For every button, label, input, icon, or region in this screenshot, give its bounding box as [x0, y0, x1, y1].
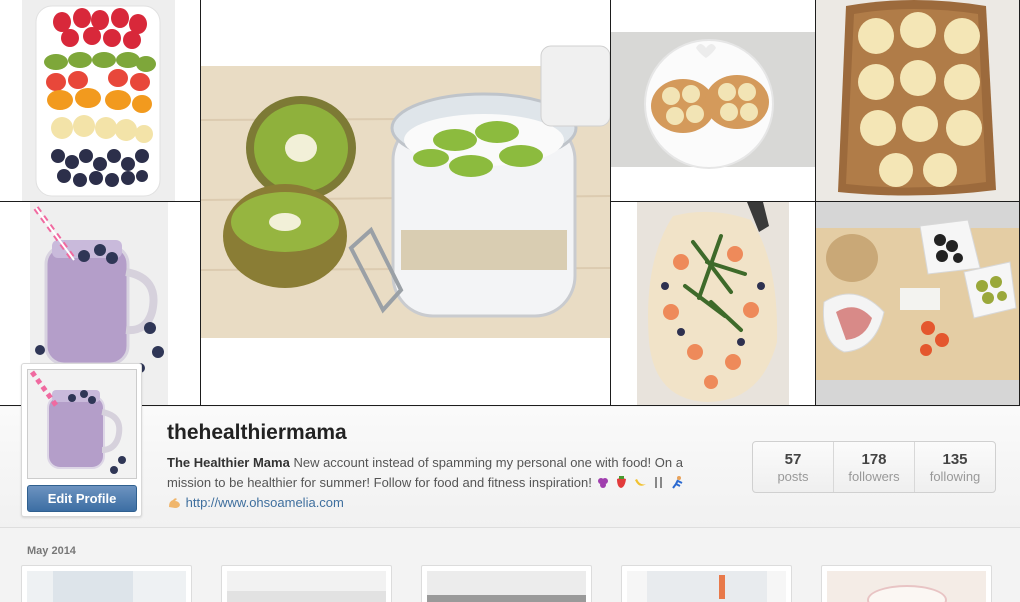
- cover-photo-shrimp-pizza[interactable]: [611, 202, 816, 406]
- fork-knife-icon: [655, 477, 663, 488]
- avatar-card: Edit Profile: [21, 363, 142, 517]
- stat-followers[interactable]: 178 followers: [834, 442, 915, 492]
- flexed-biceps-icon: [169, 498, 180, 508]
- feed-thumbnail[interactable]: [21, 565, 192, 602]
- grapes-icon: [597, 478, 608, 488]
- cover-photo-banana-bagels[interactable]: [611, 0, 816, 202]
- feed-thumbnail[interactable]: [221, 565, 392, 602]
- cover-photo-kiwi-yogurt[interactable]: [201, 0, 611, 406]
- avatar[interactable]: [27, 369, 137, 479]
- cover-photo-banana-toast[interactable]: [816, 0, 1020, 202]
- stat-following-label: following: [929, 469, 981, 484]
- profile-stats: 57 posts 178 followers 135 following: [752, 441, 996, 493]
- edit-profile-button[interactable]: Edit Profile: [27, 485, 137, 512]
- cover-photo-fruit-box[interactable]: [0, 0, 201, 202]
- stat-posts-count: 57: [784, 451, 802, 468]
- feed-thumbnail[interactable]: [821, 565, 992, 602]
- feed-thumbnail[interactable]: [421, 565, 592, 602]
- profile-page: Edit Profile thehealthiermama The Health…: [0, 0, 1020, 602]
- stat-following-count: 135: [942, 451, 968, 468]
- feed-month-label: May 2014: [27, 545, 76, 557]
- stat-posts[interactable]: 57 posts: [753, 442, 834, 492]
- feed-thumbnail[interactable]: [621, 565, 792, 602]
- profile-website-link[interactable]: http://www.ohsoamelia.com: [186, 495, 344, 510]
- profile-full-name: The Healthier Mama: [167, 455, 290, 470]
- cover-photo-olive-platter[interactable]: [816, 202, 1020, 406]
- stat-followers-count: 178: [861, 451, 887, 468]
- banana-icon: [634, 479, 646, 486]
- stat-following[interactable]: 135 following: [915, 442, 995, 492]
- profile-username: thehealthiermama: [167, 421, 347, 444]
- cover-mosaic: [0, 0, 1020, 406]
- profile-bio: The Healthier Mama New account instead o…: [167, 453, 727, 513]
- strawberry-icon: [617, 476, 627, 488]
- stat-posts-label: posts: [777, 469, 809, 484]
- stat-followers-label: followers: [848, 469, 900, 484]
- runner-icon: [672, 476, 683, 489]
